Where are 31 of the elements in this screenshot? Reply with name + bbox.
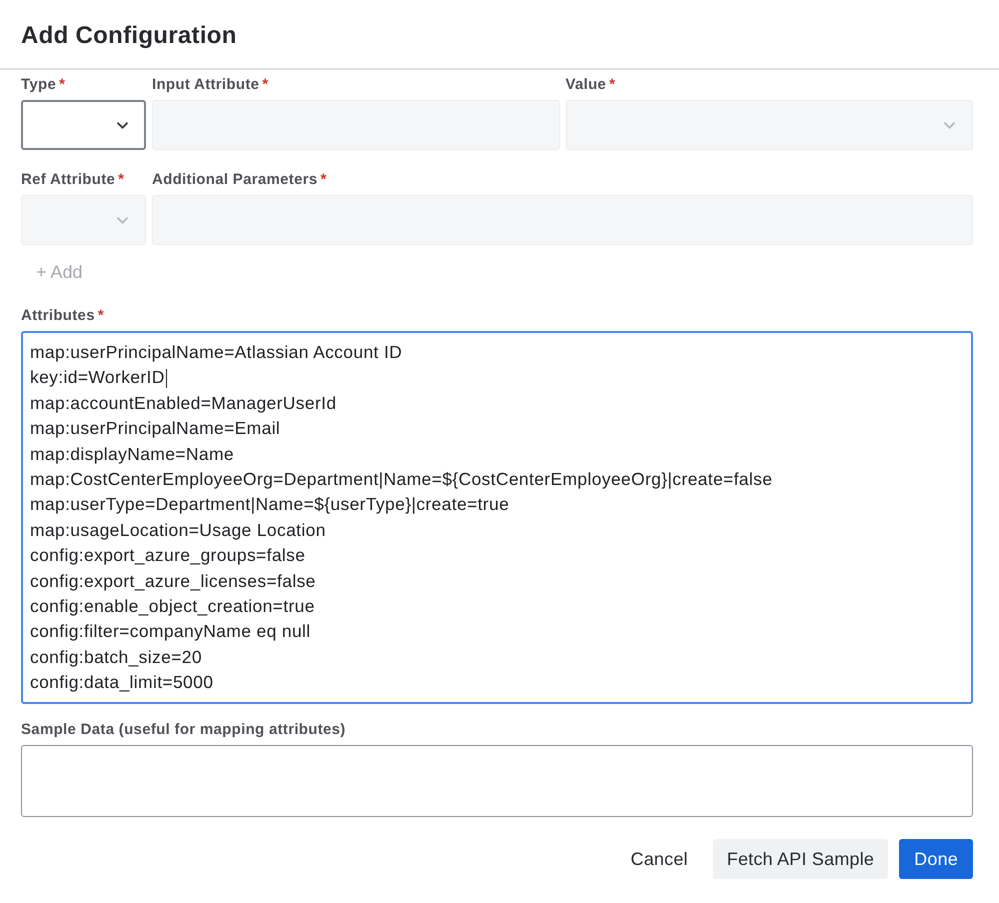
field-label: Type * [21, 76, 66, 94]
textarea-field[interactable] [21, 331, 973, 704]
text-line: map:displayName=Name [30, 442, 234, 466]
text-line: map:CostCenterEmployeeOrg=Department|Name=${CostCenterEmployeeOrg}|create=false [30, 468, 772, 491]
field-label: Value * [566, 76, 616, 94]
chevron-down-icon [944, 122, 955, 128]
field-label: Sample Data (useful for mapping attributes) [21, 721, 346, 740]
chevron-down-icon [117, 216, 128, 224]
dropdown-field[interactable] [21, 100, 146, 150]
text-line: config:data_limit=5000 [30, 671, 214, 694]
field-label: Ref Attribute * [21, 171, 124, 189]
text-line: map:userPrincipalName=Atlassian Account ID [30, 341, 402, 364]
text-line: config:export_azure_groups=false [30, 544, 306, 568]
done-button[interactable]: Done [899, 839, 973, 880]
text-line: config:export_azure_licenses=false [30, 570, 316, 593]
fetch-sample-button[interactable]: Fetch API Sample [712, 839, 888, 880]
text-line: map:usageLocation=Usage Location [30, 518, 326, 542]
dialog-title: Add Configuration [21, 22, 237, 50]
field-label: Attributes * [21, 307, 104, 325]
text-line: config:filter=companyName eq null [30, 620, 311, 644]
cancel-button[interactable]: Cancel [616, 839, 702, 880]
chevron-down-icon [117, 122, 128, 128]
field-label: Additional Parameters * [152, 171, 327, 189]
text-line: config:batch_size=20 [30, 646, 202, 669]
text-line: map:userType=Department|Name=${userType}|create=true [30, 493, 510, 516]
text-line: config:enable_object_creation=true [30, 594, 315, 618]
text-line: map:userPrincipalName=Email [30, 417, 280, 440]
text-line: map:accountEnabled=ManagerUserId [30, 392, 336, 415]
text-line: key:id=WorkerID [30, 366, 165, 390]
field-label: Input Attribute * [152, 76, 268, 94]
textarea-field[interactable] [21, 745, 973, 818]
